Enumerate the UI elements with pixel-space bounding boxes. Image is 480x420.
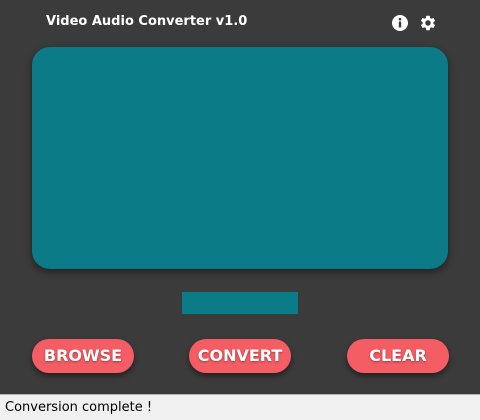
clear-button[interactable]: CLEAR <box>347 339 449 373</box>
title-icons <box>391 14 439 32</box>
status-bar: Conversion complete ! <box>0 394 480 420</box>
status-text: Conversion complete ! <box>5 400 153 415</box>
gear-icon[interactable] <box>419 14 437 32</box>
browse-button[interactable]: BROWSE <box>32 339 134 373</box>
info-icon[interactable] <box>391 14 409 32</box>
progress-indicator <box>182 292 298 314</box>
convert-button[interactable]: CONVERT <box>189 339 291 373</box>
app-title: Video Audio Converter v1.0 <box>46 14 248 29</box>
video-preview-area[interactable] <box>32 47 448 269</box>
